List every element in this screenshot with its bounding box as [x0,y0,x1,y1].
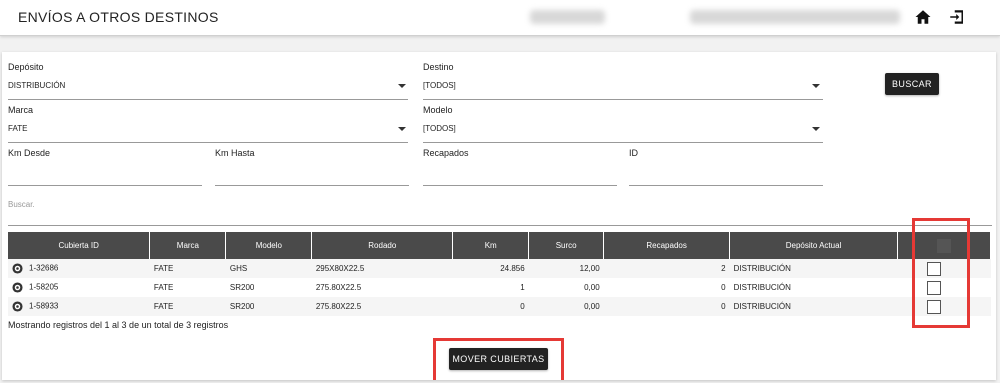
cell-surco: 12,00 [528,259,604,278]
cell-surco: 0,00 [528,278,604,297]
chevron-down-icon [812,84,820,88]
tires-table: Cubierta ID Marca Modelo Rodado Km Surco… [8,232,992,316]
records-info: Mostrando registros del 1 al 3 de un tot… [8,320,229,330]
modelo-select[interactable]: Modelo [TODOS] [423,105,823,143]
search-placeholder: Buscar. [8,200,35,209]
col-deposito-actual[interactable]: Depósito Actual [729,232,898,259]
highlight-move-button [433,338,564,380]
cell-marca: FATE [149,297,226,316]
home-icon[interactable] [914,8,932,26]
marca-value: FATE [8,124,28,133]
recapados-field[interactable]: Recapados [423,148,617,186]
km-desde-field[interactable]: Km Desde [8,148,202,186]
cell-km: 1 [452,278,529,297]
col-cubierta-id[interactable]: Cubierta ID [8,232,151,259]
page-title: ENVÍOS A OTROS DESTINOS [18,9,219,25]
cell-surco: 0,00 [528,297,604,316]
tire-icon [12,282,23,293]
table-header-row: Cubierta ID Marca Modelo Rodado Km Surco… [8,232,992,259]
tire-icon [12,263,23,274]
blurred-info [530,10,605,24]
search-input[interactable]: Buscar. [8,200,992,226]
cell-modelo: SR200 [225,278,312,297]
chevron-down-icon [398,84,406,88]
cell-modelo: SR200 [225,297,312,316]
highlight-checkbox-column [912,218,970,328]
cell-deposito: DISTRIBUCIÓN [729,278,898,297]
cell-id: 1-58205 [8,278,150,297]
id-field[interactable]: ID [629,148,823,186]
cell-recapados: 2 [603,259,730,278]
marca-select[interactable]: Marca FATE [8,105,408,143]
col-modelo[interactable]: Modelo [225,232,313,259]
top-bar: ENVÍOS A OTROS DESTINOS [0,0,1000,36]
cell-marca: FATE [149,278,226,297]
modelo-value: [TODOS] [423,124,456,133]
deposito-select[interactable]: Depósito DISTRIBUCIÓN [8,62,408,100]
buscar-button[interactable]: BUSCAR [885,73,939,95]
filter-card: Depósito DISTRIBUCIÓN Destino [TODOS] BU… [2,52,996,380]
cell-recapados: 0 [603,297,730,316]
col-surco[interactable]: Surco [528,232,605,259]
destino-select[interactable]: Destino [TODOS] [423,62,823,100]
km-hasta-field[interactable]: Km Hasta [215,148,409,186]
destino-value: [TODOS] [423,81,456,90]
cell-marca: FATE [149,259,226,278]
col-recapados[interactable]: Recapados [603,232,731,259]
cell-modelo: GHS [225,259,312,278]
blurred-user-info [690,10,900,24]
cell-km: 0 [452,297,529,316]
table-row[interactable]: 1-58933 FATE SR200 275.80X22.5 0 0,00 0 … [8,297,991,316]
logout-icon[interactable] [948,8,966,26]
deposito-value: DISTRIBUCIÓN [8,81,66,90]
col-rodado[interactable]: Rodado [311,232,454,259]
col-marca[interactable]: Marca [149,232,227,259]
table-row[interactable]: 1-32686 FATE GHS 295X80X22.5 24.856 12,0… [8,259,991,278]
cell-rodado: 275.80X22.5 [311,278,453,297]
cell-rodado: 275.80X22.5 [311,297,453,316]
cell-id: 1-32686 [8,259,150,278]
chevron-down-icon [398,127,406,131]
cell-rodado: 295X80X22.5 [311,259,453,278]
cell-id: 1-58933 [8,297,150,316]
cell-deposito: DISTRIBUCIÓN [729,297,898,316]
cell-km: 24.856 [452,259,529,278]
tire-icon [12,301,23,312]
cell-deposito: DISTRIBUCIÓN [729,259,898,278]
table-row[interactable]: 1-58205 FATE SR200 275.80X22.5 1 0,00 0 … [8,278,991,297]
chevron-down-icon [812,127,820,131]
cell-recapados: 0 [603,278,730,297]
col-km[interactable]: Km [452,232,530,259]
